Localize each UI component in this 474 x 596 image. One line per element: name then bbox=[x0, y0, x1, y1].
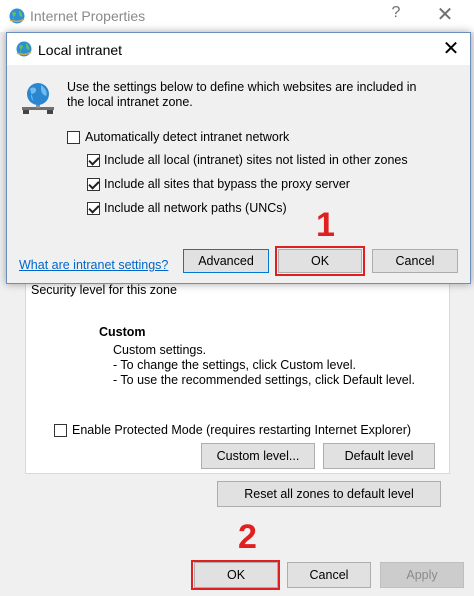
highlight-main-ok bbox=[191, 560, 280, 590]
custom-description-line: - To change the settings, click Custom l… bbox=[113, 358, 356, 372]
security-level-label: Security level for this zone bbox=[31, 283, 177, 297]
include-bypass-proxy-label: Include all sites that bypass the proxy … bbox=[104, 177, 350, 191]
include-local-sites-checkbox[interactable] bbox=[87, 154, 100, 167]
intranet-settings-help-link[interactable]: What are intranet settings? bbox=[19, 258, 168, 272]
include-bypass-proxy-checkbox[interactable] bbox=[87, 178, 100, 191]
globe-network-icon bbox=[22, 83, 54, 114]
advanced-button[interactable]: Advanced bbox=[183, 249, 269, 273]
custom-description-line: Custom settings. bbox=[113, 343, 207, 357]
dialog-title: Local intranet bbox=[38, 42, 123, 58]
include-network-paths-label: Include all network paths (UNCs) bbox=[104, 201, 287, 215]
custom-level-button[interactable]: Custom level... bbox=[201, 443, 315, 469]
step-1-annotation: 1 bbox=[316, 206, 335, 244]
protected-mode-label: Enable Protected Mode (requires restarti… bbox=[72, 423, 412, 437]
dialog-description-line: Use the settings below to define which w… bbox=[67, 80, 417, 94]
highlight-dialog-ok bbox=[275, 246, 365, 276]
default-level-button[interactable]: Default level bbox=[323, 443, 435, 469]
main-apply-button[interactable]: Apply bbox=[380, 562, 464, 588]
globe-icon bbox=[9, 8, 25, 24]
reset-all-zones-button[interactable]: Reset all zones to default level bbox=[217, 481, 441, 507]
step-2-annotation: 2 bbox=[238, 518, 257, 556]
globe-icon bbox=[16, 41, 32, 57]
include-local-sites-label: Include all local (intranet) sites not l… bbox=[104, 153, 408, 167]
dialog-description-line: the local intranet zone. bbox=[67, 95, 193, 109]
window-title: Internet Properties bbox=[30, 8, 146, 24]
help-icon[interactable]: ? bbox=[386, 4, 406, 22]
main-cancel-button[interactable]: Cancel bbox=[287, 562, 371, 588]
auto-detect-label: Automatically detect intranet network bbox=[85, 130, 290, 144]
include-network-paths-checkbox[interactable] bbox=[87, 202, 100, 215]
window-close-icon[interactable]: ✕ bbox=[434, 2, 456, 27]
protected-mode-checkbox[interactable] bbox=[54, 424, 67, 437]
auto-detect-checkbox[interactable] bbox=[67, 131, 80, 144]
custom-description-line: - To use the recommended settings, click… bbox=[113, 373, 415, 387]
dialog-close-icon[interactable]: ✕ bbox=[440, 36, 462, 61]
custom-heading: Custom bbox=[99, 325, 146, 339]
dialog-cancel-button[interactable]: Cancel bbox=[372, 249, 458, 273]
